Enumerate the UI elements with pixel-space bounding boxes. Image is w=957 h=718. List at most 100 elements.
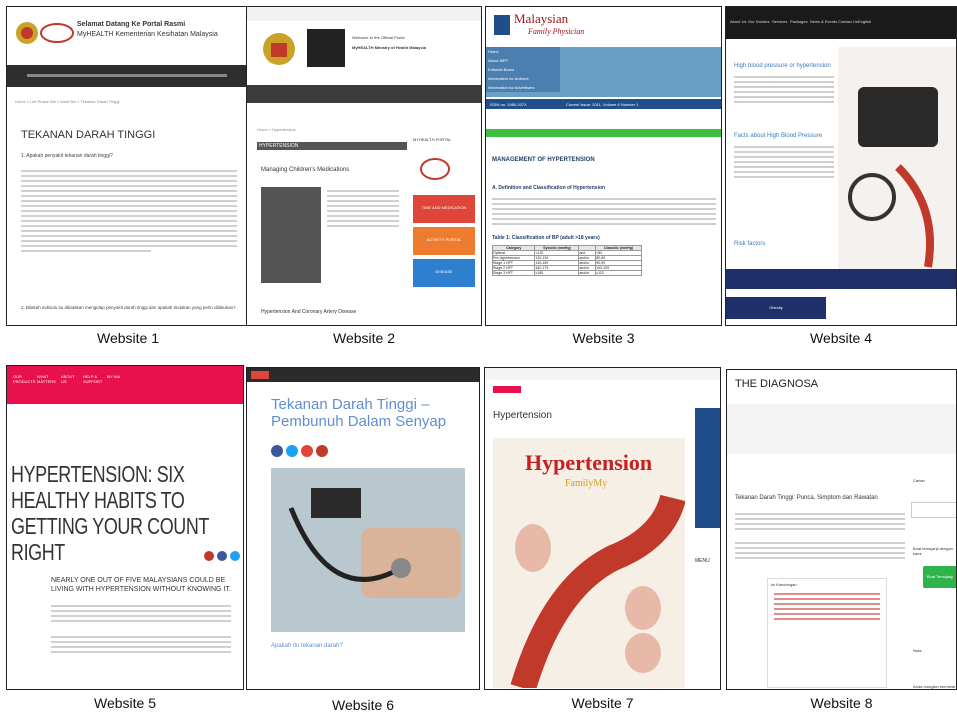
site4-footer-left: Obesity [726,297,826,319]
site3-sidebar: Home About MFP Editorial Board Informati… [486,47,560,92]
site3-sidebar-item[interactable]: Information for Authors [486,74,560,83]
site6-top-bar[interactable] [247,368,479,382]
site2-sidebar-button-1[interactable]: TIME AND MEDICATION [413,195,475,223]
site8-sidebar-label-1: Nota [913,648,922,653]
site6-title: Tekanan Darah Tinggi – Pembunuh Dalam Se… [271,396,447,430]
site3-article-title: MANAGEMENT OF HYPERTENSION [492,157,595,163]
site3-body-text [492,195,716,228]
site8-sidebar-search-label: Carian [913,478,925,483]
site3-sidebar-item[interactable]: About MFP [486,56,560,65]
site2-org-line1: Welcome to the Official Portal [352,35,405,40]
site2-sidebar-button-2[interactable]: ACTIVITY PORTAL [413,227,475,255]
site4-section-1: High blood pressure or hypertension [734,63,831,69]
site6-caption-link[interactable]: Apakah itu tekanan darah? [271,643,343,649]
site3-table-title: Table 1: Classification of BP (adult >18… [492,235,600,241]
site1-breadcrumb[interactable]: Home » Life Phase Bin » Adult Bin » Teka… [15,99,119,104]
site5-nav-item[interactable]: WHAT MATTERS [37,374,56,384]
site4-nav-item[interactable]: Services [772,19,787,24]
website-5-screenshot: OUR PRODUCTS WHAT MATTERS ABOUT US HELP … [6,365,244,690]
blood-pressure-cuff-photo-icon [838,47,956,277]
site3-current-issue: Current Issue: 2011, Volume 6 Number 1 [566,102,639,107]
table-cell: and/or [578,270,597,276]
site4-section-2-text [734,143,834,181]
site2-sidebar-logo-icon [415,151,455,187]
site5-nav-item[interactable]: OUR PRODUCTS [13,374,35,384]
site4-nav-item[interactable]: Contact Us [838,19,858,24]
site2-article-2-title[interactable]: Hypertension And Coronary Artery Disease [261,309,356,315]
website-7-screenshot: Hypertension Hypertension FamilyMy MENU [484,367,721,690]
site4-nav-item[interactable]: News & Events [810,19,837,24]
site3-sidebar-item[interactable]: Editorial Board [486,65,560,74]
site8-sidebar-question: Buat temujanji dengan kami [913,546,953,556]
site2-nav-bar[interactable] [247,85,481,103]
site6-logo-icon [251,371,269,379]
site2-section-label: HYPERTENSION [257,142,407,150]
site7-poster-subtitle: FamilyMy [565,478,608,489]
site3-issue-bar: ISSN no: 1985-207X Current Issue: 2011, … [486,99,721,109]
site2-sidebar-button-3[interactable]: DISEASE [413,259,475,287]
site1-header-line1: Selamat Datang Ke Portal Rasmi [77,21,186,28]
caption-website-7: Website 7 [571,695,634,711]
caption-website-3: Website 3 [572,330,635,346]
site4-nav-item[interactable]: English [858,19,871,24]
site7-sidebar-ad[interactable] [695,408,720,528]
site4-section-2: Facts about High Blood Pressure [734,133,823,139]
site5-nav-item[interactable]: HELP & SUPPORT [83,374,103,384]
website-4-screenshot: About Us Our Doctors Services Packages N… [725,6,957,326]
stethoscope-icon [271,468,465,632]
social-share-icons[interactable] [271,444,335,458]
site5-body-text [51,602,231,656]
site2-banner-image [307,29,345,67]
site2-breadcrumb[interactable]: Home » Hypertension [257,127,296,132]
site5-nav-bar[interactable]: OUR PRODUCTS WHAT MATTERS ABOUT US HELP … [7,366,243,404]
site3-sidebar-item[interactable]: Home [486,47,560,56]
site8-logo[interactable]: THE DIAGNOSA [735,378,818,390]
site2-org-line2: MyHEALTH Ministry of Health Malaysia [352,45,426,50]
site7-poster-title: Hypertension [525,450,653,475]
site4-nav-item[interactable]: Packages [790,19,808,24]
site4-nav-bar[interactable]: About Us Our Doctors Services Packages N… [726,7,956,39]
caption-website-1: Website 1 [97,330,159,346]
website-3-screenshot: Malaysian Family Physician Home About MF… [485,6,722,326]
site7-sidebar-label[interactable]: MENU [695,558,710,564]
table-row: Stage 3 HPT ≥180 and/or ≥110 [491,270,642,276]
site8-appointment-button-label: Buat Temujanji [927,574,954,579]
site1-question-1: 1. Apakah penyakit tekanan darah tinggi? [21,153,113,159]
site1-header: Selamat Datang Ke Portal Rasmi MyHEALTH … [7,7,249,57]
site7-category-tag[interactable] [493,386,521,393]
site3-section-a: A. Definition and Classification of Hype… [492,185,606,191]
site3-logo-line1: Malaysian [514,11,569,26]
site2-article-1-text [327,187,399,230]
website-1-screenshot: Selamat Datang Ke Portal Rasmi MyHEALTH … [6,6,250,326]
site5-nav-item[interactable]: ABOUT US [61,374,79,384]
site4-nav-item[interactable]: Our Doctors [748,19,770,24]
site3-green-bar [486,129,721,137]
site7-title: Hypertension [493,410,552,421]
site8-search-input[interactable] [911,502,956,518]
site1-header-line2: MyHEALTH Kementerian Kesihatan Malaysia [77,31,218,38]
site3-logo-line2: Family Physician [528,27,585,36]
site8-toc-title: Isi Kandungan [771,582,797,587]
site5-nav-item[interactable]: MY AIA [107,374,120,379]
site8-article-title: Tekanan Darah Tinggi: Punca, Simptom dan… [735,495,878,501]
site4-nav-item[interactable]: About Us [730,19,746,24]
site2-sidebar-title: MYHEALTH PORTAL [413,137,452,142]
caption-website-4: Website 4 [810,330,872,346]
site4-table-header-row [726,269,956,289]
site3-sidebar-item[interactable]: Information for Advertisers [486,83,560,92]
site1-page-title: TEKANAN DARAH TINGGI [21,129,156,141]
site5-subheadline: NEARLY ONE OUT OF FIVE MALAYSIANS COULD … [51,577,231,593]
table-cell: ≥110 [595,270,642,276]
site3-issn: ISSN no: 1985-207X [490,102,527,107]
website-6-screenshot: Tekanan Darah Tinggi – Pembunuh Dalam Se… [246,367,480,690]
site1-nav-bar[interactable] [7,65,249,87]
site2-article-1-title[interactable]: Managing Children's Medications [261,167,349,173]
site8-table-of-contents: Isi Kandungan [767,578,887,688]
site1-body-text [21,167,237,255]
website-8-screenshot: THE DIAGNOSA Tekanan Darah Tinggi: Punca… [726,369,957,690]
site7-nav-bar[interactable] [485,368,720,380]
site4-section-3: Risk factors [734,241,766,247]
site8-appointment-button[interactable]: Buat Temujanji [923,566,956,588]
site6-blood-pressure-photo [271,468,465,632]
share-icons[interactable] [203,550,243,562]
